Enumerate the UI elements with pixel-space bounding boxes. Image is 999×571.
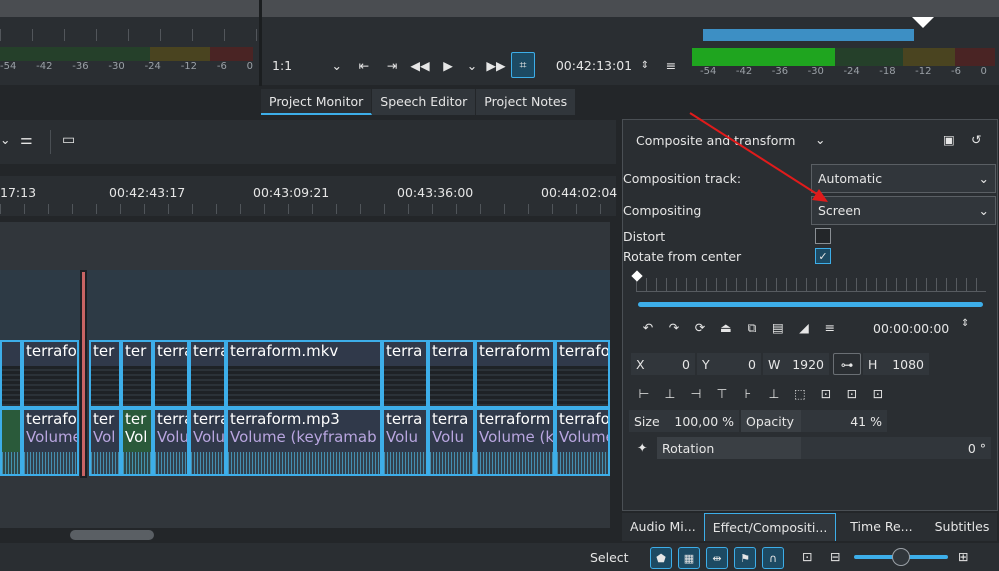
tag-icon[interactable]: ⬟: [650, 547, 672, 569]
zoom-in-icon[interactable]: ⊞: [958, 549, 968, 564]
zoom-fit-icon[interactable]: ⊡: [802, 549, 812, 564]
annotation-arrow: [689, 112, 828, 202]
flag-icon[interactable]: ⚑: [734, 547, 756, 569]
tab-time-remapping[interactable]: Time Re...: [836, 513, 921, 541]
edit-mode-label: Select: [590, 550, 629, 565]
zoom-out-icon[interactable]: ⊟: [830, 549, 840, 564]
status-bar: Select ⬟ ▦ ⇹ ⚑ ∩ ⊡ ⊟ ⊞: [0, 543, 999, 571]
tab-audio-mixer[interactable]: Audio Mi...: [622, 513, 704, 541]
zoom-slider-handle[interactable]: [892, 548, 910, 566]
magnet-icon[interactable]: ∩: [762, 547, 784, 569]
bottom-tabs: Audio Mi... Effect/Compositi... Time Re.…: [622, 513, 998, 541]
tab-effect-compositing[interactable]: Effect/Compositi...: [703, 513, 837, 541]
tab-subtitles[interactable]: Subtitles: [920, 513, 998, 541]
film-icon[interactable]: ▦: [678, 547, 700, 569]
split-audio-icon[interactable]: ⇹: [706, 547, 728, 569]
